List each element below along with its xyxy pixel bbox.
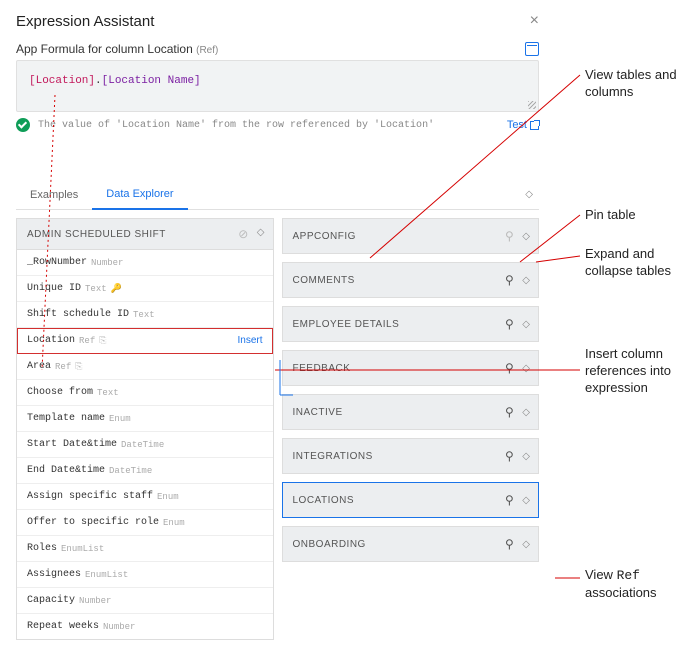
link-icon: ⎘: [75, 362, 82, 372]
table-row[interactable]: INTEGRATIONS⚲◇: [282, 438, 540, 474]
pin-icon[interactable]: ⚲: [505, 537, 514, 551]
link-icon: ⎘: [99, 336, 106, 346]
column-item[interactable]: Capacity Number: [17, 588, 273, 614]
expand-icon[interactable]: ◇: [522, 231, 528, 242]
test-link[interactable]: Test: [507, 119, 539, 131]
pin-icon[interactable]: ⚲: [505, 317, 514, 331]
validation-text: The value of 'Location Name' from the ro…: [38, 120, 434, 131]
external-link-icon: [530, 121, 539, 130]
annot-insert: Insert column references into expression: [585, 346, 700, 397]
expand-icon[interactable]: ◇: [522, 407, 528, 418]
table-row[interactable]: FEEDBACK⚲◇: [282, 350, 540, 386]
left-column: ADMIN SCHEDULED SHIFT ⊘ ◇ _RowNumber Num…: [16, 218, 274, 640]
expand-icon[interactable]: ◇: [522, 363, 528, 374]
column-item[interactable]: Start Date&time DateTime: [17, 432, 273, 458]
expand-icon[interactable]: ◇: [522, 539, 528, 550]
left-table-name: ADMIN SCHEDULED SHIFT: [27, 229, 166, 240]
pin-icon[interactable]: ⚲: [505, 449, 514, 463]
column-item[interactable]: Shift schedule ID Text: [17, 302, 273, 328]
formula-token-location: [Location]: [29, 75, 95, 87]
column-item[interactable]: Choose from Text: [17, 380, 273, 406]
column-item[interactable]: Roles EnumList: [17, 536, 273, 562]
expand-icon[interactable]: ◇: [522, 495, 528, 506]
formula-label: App Formula for column Location (Ref): [16, 42, 218, 56]
column-item[interactable]: Assign specific staff Enum: [17, 484, 273, 510]
column-item[interactable]: _RowNumber Number: [17, 250, 273, 276]
column-item[interactable]: Unique ID Text 🔑: [17, 276, 273, 302]
column-item[interactable]: Assignees EnumList: [17, 562, 273, 588]
column-list: _RowNumber NumberUnique ID Text 🔑Shift s…: [16, 250, 274, 640]
column-item[interactable]: Offer to specific role Enum: [17, 510, 273, 536]
check-circle-icon: [16, 118, 30, 132]
table-row[interactable]: COMMENTS⚲◇: [282, 262, 540, 298]
tab-data-explorer[interactable]: Data Explorer: [92, 180, 187, 210]
sort-icon[interactable]: ◇: [525, 189, 531, 200]
table-row[interactable]: ONBOARDING⚲◇: [282, 526, 540, 562]
validation-row: The value of 'Location Name' from the ro…: [16, 118, 539, 132]
column-item[interactable]: Location Ref ⎘Insert: [17, 328, 273, 354]
expand-icon[interactable]: ◇: [522, 275, 528, 286]
tabs-row: Examples Data Explorer ◇: [16, 180, 539, 210]
column-item[interactable]: End Date&time DateTime: [17, 458, 273, 484]
formula-subhead: App Formula for column Location (Ref): [16, 42, 539, 56]
pin-off-icon[interactable]: ⊘: [238, 227, 249, 241]
pin-icon[interactable]: ⚲: [505, 361, 514, 375]
column-item[interactable]: Template name Enum: [17, 406, 273, 432]
calendar-icon[interactable]: [525, 42, 539, 56]
collapse-icon[interactable]: ◇: [257, 227, 263, 241]
dialog-header: Expression Assistant ×: [16, 12, 539, 30]
annot-view-ref: View Refassociations: [585, 567, 657, 603]
pin-icon[interactable]: ⚲: [505, 405, 514, 419]
insert-link[interactable]: Insert: [237, 335, 262, 346]
formula-input[interactable]: [Location].[Location Name]: [16, 60, 539, 112]
formula-token-location-name: [Location Name]: [102, 75, 201, 87]
table-row[interactable]: INACTIVE⚲◇: [282, 394, 540, 430]
annot-pin-table: Pin table: [585, 207, 636, 224]
resize-handle-icon[interactable]: [528, 101, 536, 109]
left-table-header[interactable]: ADMIN SCHEDULED SHIFT ⊘ ◇: [16, 218, 274, 250]
right-tables: APPCONFIG⚲◇COMMENTS⚲◇EMPLOYEE DETAILS⚲◇F…: [282, 218, 540, 640]
expand-icon[interactable]: ◇: [522, 451, 528, 462]
table-row[interactable]: LOCATIONS⚲◇: [282, 482, 540, 518]
data-explorer: ADMIN SCHEDULED SHIFT ⊘ ◇ _RowNumber Num…: [16, 218, 539, 640]
dialog-title: Expression Assistant: [16, 13, 154, 30]
tab-examples[interactable]: Examples: [16, 181, 92, 209]
annot-expand: Expand and collapse tables: [585, 246, 700, 280]
tabs-right-controls: ◇: [525, 189, 539, 200]
pin-icon[interactable]: ⚲: [505, 273, 514, 287]
table-row[interactable]: EMPLOYEE DETAILS⚲◇: [282, 306, 540, 342]
expand-icon[interactable]: ◇: [522, 319, 528, 330]
table-row[interactable]: APPCONFIG⚲◇: [282, 218, 540, 254]
pin-icon[interactable]: ⚲: [505, 229, 514, 243]
key-icon: 🔑: [111, 284, 122, 294]
expression-assistant-dialog: Expression Assistant × App Formula for c…: [0, 0, 555, 640]
column-item[interactable]: Repeat weeks Number: [17, 614, 273, 639]
annot-view-tables: View tables and columns: [585, 67, 700, 101]
pin-icon[interactable]: ⚲: [505, 493, 514, 507]
close-icon[interactable]: ×: [530, 12, 539, 30]
column-item[interactable]: Area Ref ⎘: [17, 354, 273, 380]
